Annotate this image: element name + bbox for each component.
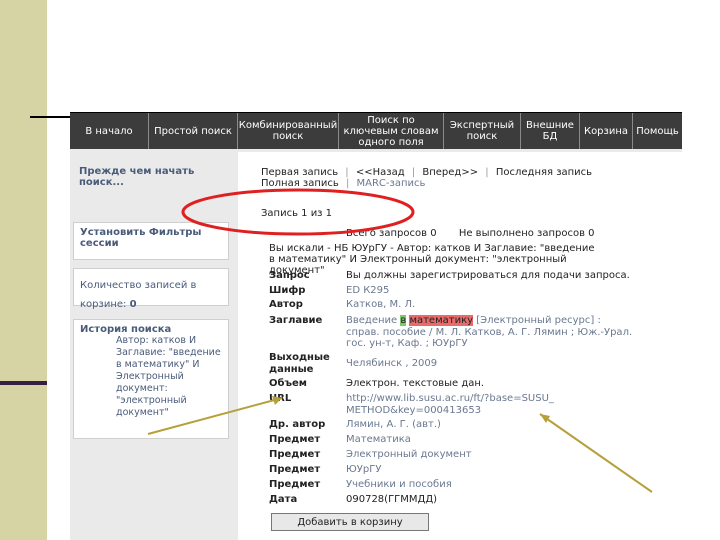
- cart-count-value: 0: [129, 299, 137, 310]
- nav-simple-search[interactable]: Простой поиск: [149, 113, 237, 149]
- unfinished-queries: Не выполнено запросов 0: [458, 228, 595, 239]
- field-label: Др. автор: [269, 419, 326, 430]
- pager-separator: |: [345, 178, 350, 189]
- field-label: Предмет: [269, 434, 321, 445]
- field-value[interactable]: Катков, М. Л.: [346, 299, 636, 311]
- field-label: Выходные данные: [269, 352, 330, 375]
- sidebar-history: История поиска Автор: катков И Заглавие:…: [73, 319, 229, 439]
- field-label: Заглавие: [269, 315, 323, 326]
- record-pager: Первая запись | <<Назад | Вперед>> | Пос…: [261, 167, 596, 189]
- field-label: URL: [269, 393, 292, 404]
- field-value: 090728(ГГММДД): [346, 494, 438, 505]
- field-label: Шифр: [269, 285, 306, 296]
- field-label: Объем: [269, 378, 307, 389]
- back-link[interactable]: <<Назад: [356, 167, 405, 178]
- sidebar-intro-label: Прежде чем начать поиск...: [79, 166, 195, 188]
- field-value[interactable]: Математика: [346, 434, 636, 446]
- field-label: Предмет: [269, 464, 321, 475]
- field-value: Вы должны зарегистрироваться для подачи …: [346, 270, 630, 281]
- slide-sidebar-decoration: [0, 0, 47, 540]
- record-panel: Первая запись | <<Назад | Вперед>> | Пос…: [238, 152, 682, 540]
- title-pre: Введение: [346, 315, 401, 326]
- sidebar-intro[interactable]: Прежде чем начать поиск...: [73, 162, 229, 200]
- field-label: Запрос: [269, 270, 310, 281]
- field-value[interactable]: ЕD К295: [346, 285, 636, 297]
- field-label: Предмет: [269, 449, 321, 460]
- nav-cart[interactable]: Корзина: [580, 113, 632, 149]
- nav-help[interactable]: Помощь: [633, 113, 682, 149]
- field-value[interactable]: Лямин, А. Г. (авт.): [346, 419, 636, 431]
- forward-link[interactable]: Вперед>>: [422, 167, 478, 178]
- field-value: Челябинск , 2009: [346, 358, 438, 369]
- field-label: Предмет: [269, 479, 321, 490]
- pager-separator: |: [345, 167, 349, 178]
- field-value[interactable]: Введение в математику [Электронный ресур…: [346, 315, 636, 350]
- record-number: Запись 1 из 1: [261, 208, 333, 219]
- sidebar-cart-count: Количество записей в корзине: 0: [73, 268, 229, 310]
- pager-separator: |: [485, 167, 489, 178]
- add-to-cart-button[interactable]: Добавить в корзину: [271, 513, 429, 531]
- title-highlight-red: математику: [409, 315, 474, 326]
- field-label: Дата: [269, 494, 298, 505]
- field-value[interactable]: Учебники и пособия: [346, 479, 636, 491]
- history-item[interactable]: Автор: катков И Заглавие: "введение в ма…: [116, 335, 222, 419]
- field-value[interactable]: Электронный документ: [346, 449, 636, 461]
- marc-record-link[interactable]: МАRС-запись: [357, 178, 426, 189]
- full-record-link[interactable]: Полная запись: [261, 178, 339, 189]
- history-title: История поиска: [80, 324, 172, 335]
- cart-count-label: Количество записей в корзине:: [80, 280, 197, 310]
- catalog-screenshot: В начало Простой поиск Комбинированный п…: [70, 112, 682, 540]
- nav-external-db[interactable]: Внешние БД: [521, 113, 579, 149]
- sidebar-filters[interactable]: Установить Фильтры сессии: [73, 222, 229, 260]
- nav-keyword-search[interactable]: Поиск по ключевым словам одного поля: [339, 113, 443, 149]
- field-value[interactable]: ЮУрГУ: [346, 464, 636, 476]
- pager-separator: |: [411, 167, 416, 178]
- slide-divider-line: [0, 381, 47, 385]
- first-record-link[interactable]: Первая запись: [261, 167, 338, 178]
- field-value: Электрон. текстовые дан.: [346, 378, 485, 389]
- query-stats: Всего запросов 0 Не выполнено запросов 0: [346, 228, 595, 239]
- nav-home[interactable]: В начало: [70, 113, 148, 149]
- url-link[interactable]: http://www.lib.susu.ac.ru/ft/?base=SUSU_…: [346, 393, 556, 416]
- sidebar-filters-label: Установить Фильтры сессии: [80, 227, 202, 249]
- total-queries: Всего запросов 0: [346, 228, 437, 239]
- nav-expert-search[interactable]: Экспертный поиск: [444, 113, 520, 149]
- field-label: Автор: [269, 299, 303, 310]
- last-record-link[interactable]: Последняя запись: [496, 167, 592, 178]
- nav-combined-search[interactable]: Комбинированный поиск: [238, 113, 338, 149]
- top-navigation: В начало Простой поиск Комбинированный п…: [70, 112, 682, 149]
- title-highlight-green: в: [400, 315, 407, 326]
